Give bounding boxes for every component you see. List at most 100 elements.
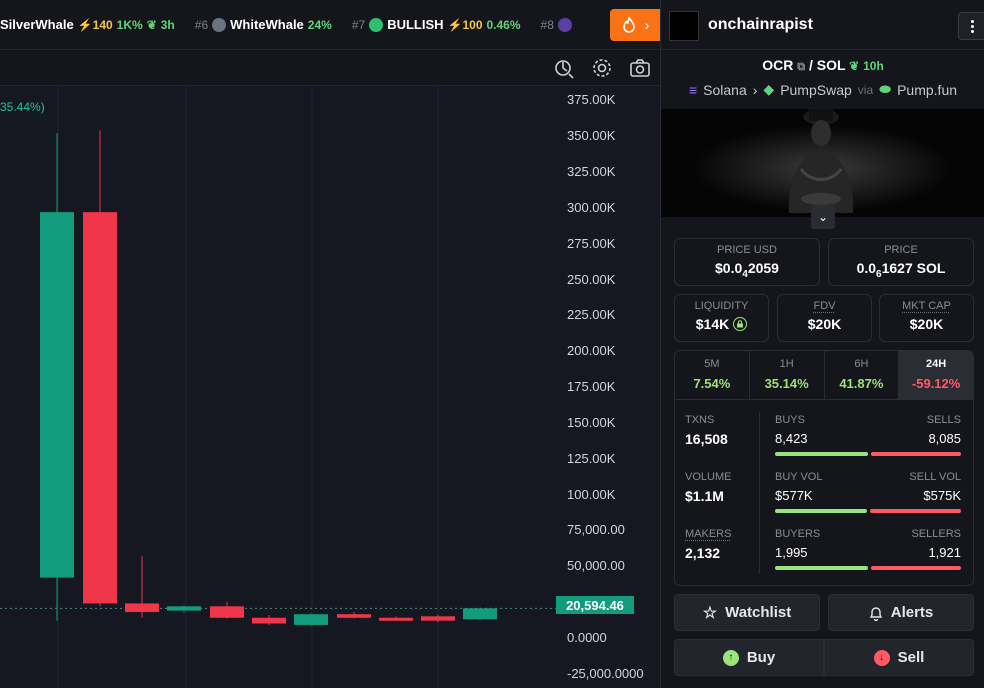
token-banner-image bbox=[661, 109, 984, 217]
candle-body[interactable] bbox=[463, 608, 497, 620]
ticker-item[interactable]: #6 WhiteWhale 24% bbox=[195, 17, 332, 32]
price-native-value: 0.061627 SOL bbox=[856, 260, 946, 280]
candle-body[interactable] bbox=[167, 606, 201, 611]
price-label: PRICE bbox=[884, 244, 918, 256]
mcap-value: $20K bbox=[909, 316, 944, 332]
sprout-icon: ❦ bbox=[146, 17, 157, 32]
pair-quote: SOL bbox=[816, 57, 846, 73]
ticker-age: 3h bbox=[160, 17, 175, 32]
price-usd-value: $0.042059 bbox=[715, 260, 779, 280]
avatar[interactable] bbox=[669, 11, 699, 41]
ticker-item[interactable]: #8 bbox=[540, 17, 572, 32]
chain-link[interactable]: Solana bbox=[703, 82, 747, 98]
tab-1h[interactable]: 1H 35.14% bbox=[750, 351, 825, 399]
arrow-up-icon: ↑ bbox=[722, 649, 739, 666]
via-label: via bbox=[857, 82, 874, 97]
gear-icon[interactable] bbox=[590, 56, 614, 80]
y-tick-label: 100.00K bbox=[567, 486, 616, 502]
tab-6h[interactable]: 6H 41.87% bbox=[825, 351, 900, 399]
panel-header: onchainrapist bbox=[661, 0, 984, 50]
y-tick-label: 150.00K bbox=[567, 414, 616, 430]
ticker-name: BULLISH bbox=[387, 17, 444, 32]
makers-stat: MAKERS 2,132 bbox=[685, 528, 732, 561]
y-tick-label: 250.00K bbox=[567, 271, 616, 287]
ticker-item[interactable]: #7 BULLISH ⚡100 0.46% bbox=[352, 17, 521, 32]
launchpad-link[interactable]: Pump.fun bbox=[897, 82, 957, 98]
candle-body[interactable] bbox=[210, 606, 244, 618]
camera-icon[interactable] bbox=[628, 56, 652, 80]
ticker-rank: #8 bbox=[540, 17, 554, 32]
lock-icon[interactable] bbox=[733, 317, 748, 331]
y-tick-label: 300.00K bbox=[567, 199, 616, 215]
volume-stat: VOLUME $1.1M bbox=[685, 471, 732, 504]
ticker-rank: #6 bbox=[194, 17, 209, 32]
tab-24h[interactable]: 24H -59.12% bbox=[899, 351, 973, 399]
chart-toolbar bbox=[0, 50, 660, 86]
y-tick-label: 375.00K bbox=[567, 92, 616, 108]
alerts-button[interactable]: Alerts bbox=[828, 594, 974, 631]
ticker-rank: #7 bbox=[351, 17, 366, 32]
current-price-tag: 20,594.46 bbox=[556, 596, 634, 614]
token-avatar-icon bbox=[369, 17, 384, 32]
price-native-card: PRICE 0.061627 SOL bbox=[828, 238, 974, 286]
chevron-right-icon: › bbox=[752, 81, 758, 98]
bell-icon bbox=[869, 606, 882, 621]
star-icon: ☆ bbox=[702, 604, 718, 622]
pair-title: OCR ⧉ / SOL ❦ 10h bbox=[762, 57, 884, 73]
solana-icon: ≡ bbox=[688, 81, 698, 98]
chevron-down-icon: ⌄ bbox=[817, 210, 829, 224]
liquidity-card: LIQUIDITY $14K bbox=[674, 294, 769, 342]
y-tick-label: 325.00K bbox=[567, 164, 616, 179]
pill-icon: ⬬ bbox=[879, 81, 892, 97]
candle-body[interactable] bbox=[294, 614, 328, 625]
candle-body[interactable] bbox=[421, 616, 455, 621]
volume-ratio-bar bbox=[775, 509, 961, 513]
price-usd-label: PRICE USD bbox=[717, 244, 777, 256]
more-menu-button[interactable] bbox=[958, 12, 984, 40]
candle-body[interactable] bbox=[83, 212, 117, 604]
token-avatar-icon bbox=[557, 17, 572, 32]
copy-icon[interactable]: ⧉ bbox=[797, 61, 805, 73]
y-tick-label: 350.00K bbox=[567, 128, 616, 144]
buys-sells-ratio-bar bbox=[775, 452, 961, 456]
trending-button[interactable]: › bbox=[610, 9, 660, 41]
price-usd-card: PRICE USD $0.042059 bbox=[674, 238, 820, 286]
watchlist-button[interactable]: ☆ Watchlist bbox=[674, 594, 820, 631]
ticker-volume: 1K% bbox=[116, 17, 143, 32]
ticker-boost: ⚡100 bbox=[447, 17, 483, 32]
candle-body[interactable] bbox=[40, 212, 74, 578]
tab-5m[interactable]: 5M 7.54% bbox=[675, 351, 750, 399]
token-name: onchainrapist bbox=[708, 16, 813, 33]
y-tick-label: 275.00K bbox=[567, 235, 616, 251]
indicator-icon[interactable] bbox=[552, 56, 576, 80]
candle-body[interactable] bbox=[379, 617, 413, 621]
liquidity-value: $14K bbox=[675, 316, 768, 332]
buyers-sellers-stat: BUYERS SELLERS 1,995 1,921 bbox=[775, 528, 961, 570]
price-chart[interactable]: 35.44%) 375.00K 350.00K 325.00K 300.00K 275.… bbox=[0, 86, 660, 688]
ticker-change: 24% bbox=[307, 17, 332, 32]
candle-body[interactable] bbox=[337, 614, 371, 618]
buy-button[interactable]: ↑ Buy bbox=[674, 639, 824, 676]
token-avatar-icon bbox=[212, 17, 227, 32]
buyers-ratio-bar bbox=[775, 566, 961, 570]
y-tick-label: 225.00K bbox=[567, 307, 616, 323]
y-tick-label: 125.00K bbox=[567, 450, 616, 466]
pair-base: OCR bbox=[762, 57, 794, 73]
buys-sells-stat: BUYS SELLS 8,423 8,085 bbox=[775, 414, 961, 456]
fdv-value: $20K bbox=[807, 316, 842, 332]
dex-link[interactable]: PumpSwap bbox=[780, 82, 852, 98]
candle-body[interactable] bbox=[252, 617, 286, 624]
sprout-icon: ❦ bbox=[849, 59, 860, 73]
trade-stats: TXNS 16,508 VOLUME $1.1M MAKERS 2,132 BUYS S… bbox=[674, 400, 974, 586]
timeframe-tabs: 5M 7.54% 1H 35.14% 6H 41.87% 24H -59.12% bbox=[674, 350, 974, 400]
y-tick-label: 0.0000 bbox=[567, 629, 607, 645]
sell-button[interactable]: ↓ Sell bbox=[824, 639, 974, 676]
ticker-item[interactable]: SilverWhale ⚡140 1K% ❦ 3h bbox=[0, 17, 175, 32]
candle-body[interactable] bbox=[125, 603, 159, 613]
pumpswap-icon: ◆ bbox=[763, 81, 775, 97]
token-panel: onchainrapist OCR ⧉ / SOL ❦ 10h ≡ Solana… bbox=[660, 0, 984, 688]
txns-stat: TXNS 16,508 bbox=[685, 414, 728, 447]
change-label: 35.44%) bbox=[0, 100, 45, 114]
arrow-down-icon: ↓ bbox=[873, 649, 890, 666]
collapse-banner-button[interactable]: ⌄ bbox=[811, 205, 835, 229]
